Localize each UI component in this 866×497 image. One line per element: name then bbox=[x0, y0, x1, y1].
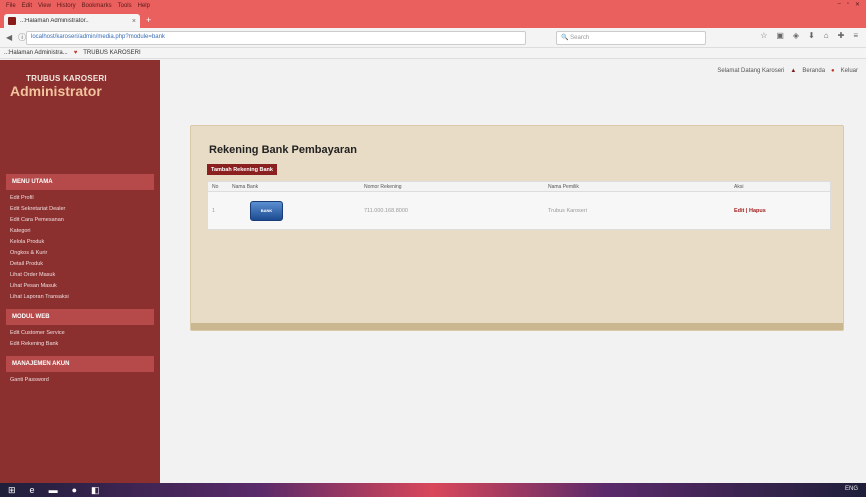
back-icon[interactable]: ◀ bbox=[6, 33, 12, 42]
sidebar-item-kategori[interactable]: Kategori bbox=[10, 226, 150, 237]
modul-web-list: Edit Customer Service Edit Rekening Bank bbox=[0, 325, 160, 356]
navigation-bar: ◀ ⓘ localhost/karoseri/admin/media.php?m… bbox=[0, 28, 866, 48]
windows-start-icon[interactable]: ⊞ bbox=[8, 485, 16, 496]
sidebar-item-pesan-masuk[interactable]: Lihat Pesan Masuk bbox=[10, 281, 150, 292]
home-link[interactable]: Beranda bbox=[802, 68, 825, 74]
row-rekening: 711.000.168.8000 bbox=[364, 207, 408, 214]
panel-footer bbox=[191, 323, 843, 330]
menu-file[interactable]: File bbox=[6, 3, 16, 9]
menu-history[interactable]: History bbox=[57, 3, 76, 9]
welcome-text: Selamat Datang Karoseri bbox=[717, 68, 785, 74]
shield-icon[interactable]: ◈ bbox=[793, 31, 799, 40]
sidebar-item-cara-pemesanan[interactable]: Edit Cara Pemesanan bbox=[10, 215, 150, 226]
sidebar-item-order-masuk[interactable]: Lihat Order Masuk bbox=[10, 270, 150, 281]
sidebar: TRUBUS KAROSERI Administrator MENU UTAMA… bbox=[0, 60, 160, 483]
star-icon[interactable]: ☆ bbox=[760, 31, 767, 40]
menu-edit[interactable]: Edit bbox=[22, 3, 32, 9]
sidebar-item-customer-service[interactable]: Edit Customer Service bbox=[10, 328, 150, 339]
section-modul-web: MODUL WEB bbox=[6, 309, 154, 325]
browser-tab[interactable]: ..:Halaman Administrator.. × bbox=[4, 14, 140, 28]
sidebar-item-sekretariat[interactable]: Edit Sekretariat Dealer bbox=[10, 204, 150, 215]
close-window-icon[interactable]: ✕ bbox=[855, 1, 860, 8]
menu-icon[interactable]: ≡ bbox=[853, 31, 858, 40]
sidebar-item-ganti-password[interactable]: Ganti Password bbox=[10, 375, 150, 386]
sidebar-item-laporan[interactable]: Lihat Laporan Transaksi bbox=[10, 292, 150, 303]
search-bar[interactable]: 🔍 Search bbox=[556, 31, 706, 45]
add-bank-button[interactable]: Tambah Rekening Bank bbox=[207, 164, 277, 175]
ie-icon[interactable]: e bbox=[30, 485, 35, 496]
download-icon[interactable]: ⬇ bbox=[808, 31, 815, 40]
bank-panel: Rekening Bank Pembayaran Tambah Rekening… bbox=[190, 125, 844, 331]
puzzle-icon[interactable]: ✚ bbox=[838, 31, 845, 40]
bank-table: No Nama Bank Nomor Rekening Nama Pemilik… bbox=[207, 181, 831, 230]
window-controls: – ▫ ✕ bbox=[837, 1, 860, 8]
section-menu-utama: MENU UTAMA bbox=[6, 174, 154, 190]
bookmark-admin[interactable]: ..:Halaman Administra... bbox=[4, 50, 68, 56]
folder-icon[interactable]: ▬ bbox=[49, 485, 58, 496]
tab-close-icon[interactable]: × bbox=[132, 18, 136, 25]
col-aksi: Aksi bbox=[734, 184, 744, 190]
page: TRUBUS KAROSERI Administrator MENU UTAMA… bbox=[0, 60, 866, 483]
bank-logo-cell: BANK bbox=[228, 200, 360, 221]
system-tray: ENG bbox=[844, 486, 858, 492]
bookmarks-bar: ..:Halaman Administra... ♥ TRUBUS KAROSE… bbox=[0, 48, 866, 59]
sidebar-item-detail-produk[interactable]: Detail Produk bbox=[10, 259, 150, 270]
clipboard-icon[interactable]: ▣ bbox=[776, 31, 784, 40]
brand-title: Administrator bbox=[10, 83, 102, 99]
firefox-icon[interactable]: ● bbox=[72, 485, 77, 496]
table-row: 1 BANK 711.000.168.8000 Trubus Karoseri … bbox=[208, 192, 830, 229]
sidebar-item-rekening-bank[interactable]: Edit Rekening Bank bbox=[10, 339, 150, 350]
app-icon[interactable]: ◧ bbox=[91, 485, 100, 496]
new-tab-icon[interactable]: + bbox=[146, 15, 151, 25]
edit-delete-links[interactable]: Edit | Hapus bbox=[730, 208, 830, 214]
taskbar-icons: ⊞ e ▬ ● ◧ bbox=[8, 485, 100, 496]
tab-title: ..:Halaman Administrator.. bbox=[20, 18, 89, 24]
favicon-icon bbox=[8, 17, 16, 25]
menu-help[interactable]: Help bbox=[138, 3, 150, 9]
col-no: No bbox=[212, 184, 219, 190]
brand-company: TRUBUS KAROSERI bbox=[26, 74, 107, 83]
menu-view[interactable]: View bbox=[38, 3, 51, 9]
bookmark-trubus[interactable]: TRUBUS KAROSERI bbox=[83, 50, 140, 56]
col-nama-bank: Nama Bank bbox=[232, 184, 259, 190]
heart-icon: ♥ bbox=[73, 50, 78, 56]
bank-logo: BANK bbox=[250, 200, 283, 221]
info-icon[interactable]: ⓘ bbox=[18, 32, 26, 43]
section-manajemen-akun: MANAJEMEN AKUN bbox=[6, 356, 154, 372]
logout-link[interactable]: Keluar bbox=[841, 68, 858, 74]
browser-menubar: File Edit View History Bookmarks Tools H… bbox=[0, 0, 866, 12]
logout-icon[interactable]: ● bbox=[831, 68, 835, 74]
sidebar-item-edit-profil[interactable]: Edit Profil bbox=[10, 193, 150, 204]
sidebar-item-kelola-produk[interactable]: Kelola Produk bbox=[10, 237, 150, 248]
menu-bookmarks[interactable]: Bookmarks bbox=[82, 3, 112, 9]
search-icon: 🔍 bbox=[561, 35, 569, 41]
row-no: 1 bbox=[212, 207, 216, 214]
col-nama-pemilik: Nama Pemilik bbox=[548, 184, 579, 190]
table-header: No Nama Bank Nomor Rekening Nama Pemilik… bbox=[208, 182, 830, 192]
row-pemilik: Trubus Karoseri bbox=[548, 207, 587, 214]
col-nomor-rekening: Nomor Rekening bbox=[364, 184, 402, 190]
url-bar[interactable]: localhost/karoseri/admin/media.php?modul… bbox=[26, 31, 526, 45]
brand: TRUBUS KAROSERI Administrator bbox=[0, 60, 160, 174]
toolbar-icons: ☆ ▣ ◈ ⬇ ⌂ ✚ ≡ bbox=[760, 31, 858, 40]
tab-bar: ..:Halaman Administrator.. × + bbox=[0, 12, 866, 28]
header-links: Selamat Datang Karoseri ▲ Beranda ● Kelu… bbox=[717, 68, 858, 74]
search-placeholder: Search bbox=[570, 35, 590, 41]
home-icon[interactable]: ▲ bbox=[790, 68, 796, 74]
minimize-icon[interactable]: – bbox=[837, 1, 840, 8]
taskbar: ⊞ e ▬ ● ◧ ENG bbox=[0, 483, 866, 497]
maximize-icon[interactable]: ▫ bbox=[847, 1, 849, 8]
main-content: Selamat Datang Karoseri ▲ Beranda ● Kelu… bbox=[160, 60, 866, 483]
manajemen-akun-list: Ganti Password bbox=[0, 372, 160, 392]
page-title: Rekening Bank Pembayaran bbox=[209, 144, 357, 156]
menu-utama-list: Edit Profil Edit Sekretariat Dealer Edit… bbox=[0, 190, 160, 309]
home-icon[interactable]: ⌂ bbox=[824, 31, 829, 40]
menu-tools[interactable]: Tools bbox=[118, 3, 132, 9]
sidebar-item-ongkos-kurir[interactable]: Ongkos & Kurir bbox=[10, 248, 150, 259]
